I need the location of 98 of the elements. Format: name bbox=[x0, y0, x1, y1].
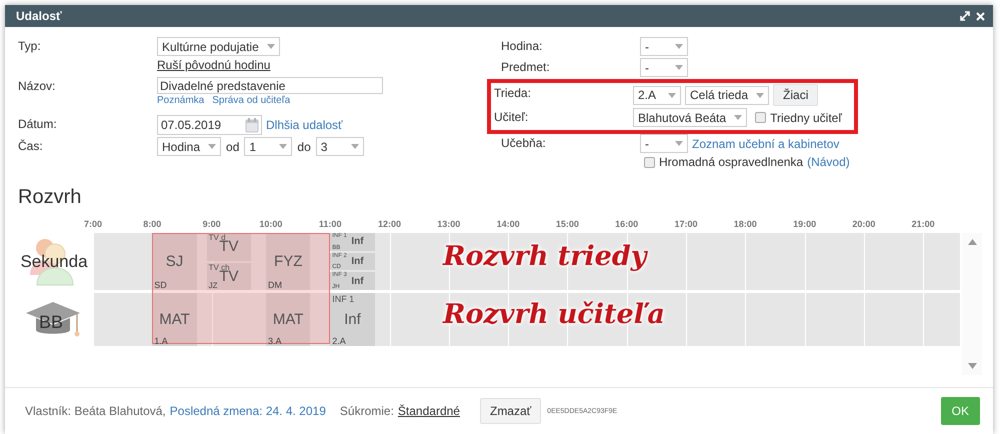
section-heading: Rozvrh bbox=[18, 186, 82, 209]
caret-icon bbox=[279, 144, 288, 149]
field-label: Učiteľ: bbox=[494, 110, 528, 124]
calendar-icon bbox=[245, 118, 259, 132]
hour-label: 9:00 bbox=[202, 219, 221, 229]
hour-label: 21:00 bbox=[912, 219, 935, 229]
subject-label: Inf bbox=[344, 311, 361, 328]
label: do bbox=[297, 140, 311, 154]
subject-label: SJ bbox=[166, 253, 184, 270]
caret-icon bbox=[675, 141, 683, 146]
privacy-label: Súkromie: bbox=[340, 404, 394, 418]
field-label: Názov: bbox=[18, 79, 56, 93]
note-label: 2.A bbox=[332, 336, 346, 346]
hour-label: 11:00 bbox=[318, 219, 342, 229]
hour-label: 16:00 bbox=[615, 219, 638, 229]
delete-button[interactable]: Zmazať bbox=[480, 398, 542, 424]
checkbox-label: Triedny učiteľ bbox=[770, 110, 842, 124]
hour-label: 15:00 bbox=[556, 219, 579, 229]
caret-icon bbox=[675, 44, 683, 49]
link[interactable]: Ruší pôvodnú hodinu bbox=[157, 58, 270, 72]
dropdown[interactable]: Celá trieda bbox=[685, 86, 770, 104]
field-label: Trieda: bbox=[494, 86, 531, 100]
up-arrow-icon bbox=[968, 239, 976, 245]
checkbox[interactable] bbox=[644, 156, 655, 168]
lesson-block[interactable]: TV dTV bbox=[206, 233, 252, 260]
dropdown[interactable]: 2.A bbox=[633, 86, 681, 104]
lesson-block[interactable]: INF 1 Inf 2.A bbox=[330, 293, 375, 346]
subject-label: MAT bbox=[159, 311, 190, 328]
down-arrow-icon bbox=[968, 363, 976, 369]
dropdown[interactable]: - bbox=[640, 134, 688, 153]
note-label: 1.A bbox=[154, 336, 168, 346]
annotation: Rozvrh učiteľa bbox=[443, 299, 665, 330]
link[interactable]: Poznámka bbox=[157, 95, 204, 106]
scrollbar[interactable] bbox=[962, 233, 982, 375]
row-label: Sekunda bbox=[20, 252, 88, 272]
field-label: Dátum: bbox=[18, 117, 57, 131]
hour-label: 19:00 bbox=[793, 219, 816, 229]
caret-icon bbox=[668, 92, 676, 98]
hour-label: 10:00 bbox=[259, 219, 282, 229]
link[interactable]: Dlhšia udalosť bbox=[266, 118, 343, 132]
window-title: Udalosť bbox=[16, 9, 62, 23]
lesson-block[interactable]: SJ SD bbox=[152, 233, 197, 290]
field-label: Učebňa: bbox=[501, 136, 546, 150]
hour-label: 20:00 bbox=[852, 219, 876, 229]
lesson-block[interactable]: FYZ DM bbox=[266, 233, 310, 290]
label: od bbox=[226, 140, 240, 154]
owner-text: Vlastník: Beáta Blahutová, bbox=[25, 404, 166, 418]
subject-label: MAT bbox=[272, 311, 304, 328]
students-button[interactable]: Žiaci bbox=[773, 84, 818, 106]
field-label: Typ: bbox=[18, 39, 41, 53]
hour-label: 7:00 bbox=[84, 219, 102, 229]
checkbox[interactable] bbox=[755, 112, 766, 123]
field-label: Čas: bbox=[18, 139, 43, 153]
note-label: DM bbox=[268, 280, 282, 290]
caret-icon bbox=[734, 115, 742, 120]
caret-icon bbox=[266, 44, 275, 49]
link[interactable]: Zoznam učební a kabinetov bbox=[692, 136, 840, 150]
field-label: Hodina: bbox=[501, 39, 542, 53]
hour-label: 17:00 bbox=[674, 219, 698, 229]
expand-icon[interactable] bbox=[960, 11, 970, 21]
hour-label: 13:00 bbox=[437, 219, 460, 229]
group-label: INF 1 bbox=[332, 294, 354, 304]
hour-label: 12:00 bbox=[378, 219, 402, 229]
link[interactable]: Správa od učiteľa bbox=[212, 95, 290, 106]
dropdown[interactable]: - bbox=[640, 37, 688, 56]
subject-label: Inf bbox=[351, 276, 364, 287]
close-icon[interactable] bbox=[976, 12, 985, 20]
note-label: 3.A bbox=[268, 336, 282, 346]
lesson-block[interactable]: MAT 3.A bbox=[266, 293, 310, 346]
subject-label: Inf bbox=[351, 236, 364, 248]
privacy-link[interactable]: Štandardné bbox=[398, 404, 460, 418]
dropdown[interactable]: Kultúrne podujatie bbox=[157, 37, 280, 56]
checkbox-label: Hromadná ospravedlnenka bbox=[659, 155, 804, 169]
dropdown[interactable]: Hodina bbox=[157, 137, 222, 156]
text-field[interactable]: Divadelné predstavenie bbox=[157, 77, 383, 94]
dropdown[interactable]: 1 bbox=[244, 137, 292, 156]
subject-label: Inf bbox=[351, 256, 364, 267]
date-field[interactable]: 07.05.2019 bbox=[157, 115, 262, 135]
caret-icon bbox=[350, 144, 359, 149]
caret-icon bbox=[208, 144, 216, 149]
dropdown[interactable]: Blahutová Beáta bbox=[633, 108, 748, 127]
caret-icon bbox=[675, 65, 683, 70]
subject-label: FYZ bbox=[274, 253, 302, 270]
note-label: SD bbox=[154, 280, 167, 290]
group-label: TV d bbox=[208, 233, 226, 242]
group-label: TV ch bbox=[208, 262, 230, 272]
hour-label: 8:00 bbox=[143, 219, 162, 229]
note-label: JZ bbox=[208, 281, 218, 290]
dropdown[interactable]: 3 bbox=[316, 137, 364, 156]
last-change-link[interactable]: Posledná zmena: 24. 4. 2019 bbox=[170, 404, 326, 418]
dropdown[interactable]: - bbox=[640, 58, 688, 77]
caret-icon bbox=[756, 92, 764, 98]
hour-label: 18:00 bbox=[734, 219, 757, 229]
annotation: Rozvrh triedy bbox=[443, 241, 646, 272]
lesson-block[interactable]: MAT 1.A bbox=[152, 293, 197, 346]
field-label: Predmet: bbox=[501, 60, 550, 74]
hour-label: 14:00 bbox=[496, 219, 520, 229]
link[interactable]: (Návod) bbox=[807, 155, 850, 169]
